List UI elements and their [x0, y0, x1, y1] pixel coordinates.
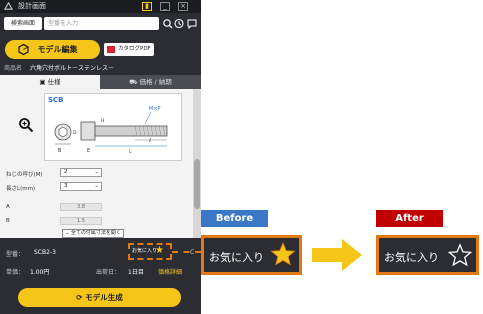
- spec-icon: ▣: [39, 78, 48, 86]
- price-row: 単価： 1.00円 出荷日： 1日目 価格詳細: [0, 264, 201, 278]
- search-input[interactable]: [44, 17, 159, 30]
- product-name-value: 六角穴付ボルト－ステンレス－: [29, 65, 114, 72]
- chevron-down-icon: ⌄: [94, 169, 99, 175]
- unit-price-value: 1.00円: [30, 269, 50, 276]
- type-label: 型番：: [6, 251, 25, 258]
- chevron-down-icon: ⌄: [94, 183, 99, 189]
- minimize-button[interactable]: _: [160, 2, 170, 11]
- product-name-label: 商品名: [4, 65, 23, 72]
- dim-label-d: D: [73, 130, 77, 136]
- before-favorite-panel: お気に入り: [201, 235, 302, 275]
- history-icon[interactable]: [173, 17, 185, 30]
- tab-price[interactable]: ⛟ 価格 / 納期: [100, 75, 201, 89]
- after-favorite-label: お気に入り: [384, 251, 439, 264]
- model-edit-label: モデル編集: [37, 45, 78, 54]
- close-button[interactable]: ×: [178, 2, 188, 11]
- ship-date-value: 1日目: [128, 269, 144, 276]
- tab-price-label: 価格 / 納期: [139, 78, 172, 86]
- type-value: SCB2-3: [34, 249, 56, 256]
- window-title: 設計画面: [18, 2, 46, 10]
- price-detail-link[interactable]: 価格詳細: [158, 267, 182, 276]
- dim-label-e: E: [87, 148, 90, 154]
- after-favorite-panel: お気に入り: [376, 235, 479, 275]
- dim-label-ell: ℓ: [148, 138, 151, 144]
- tab-spec-label: 仕様: [47, 78, 61, 86]
- product-name-row: 商品名 六角穴付ボルト－ステンレス－: [4, 63, 114, 72]
- generate-model-label: モデル生成: [85, 293, 123, 302]
- unit-price-label: 単価：: [6, 269, 25, 276]
- length-value: 3: [64, 183, 68, 189]
- show-all-dimensions-button[interactable]: ⌄ 全ての付属寸法を開く: [62, 229, 124, 238]
- part-drawing: SCB B M×P L ℓ E H D: [44, 93, 182, 161]
- chat-icon[interactable]: [186, 17, 198, 30]
- length-label: 長さL(mm): [6, 186, 36, 192]
- scrollbar-thumb[interactable]: [194, 159, 200, 209]
- catalog-pdf-label: カタログPDF: [118, 46, 151, 52]
- dim-label-b: B: [58, 148, 62, 154]
- dim-label-mxp: M×P: [149, 106, 161, 112]
- connector-line: [172, 251, 201, 253]
- length-select[interactable]: 3 ⌄: [60, 182, 102, 191]
- generate-model-button[interactable]: ⟳ モデル生成: [18, 288, 181, 307]
- thread-label: ねじの呼び(M): [6, 172, 43, 178]
- before-favorite-label: お気に入り: [209, 251, 264, 264]
- model-edit-button[interactable]: モデル編集: [5, 40, 100, 59]
- pdf-icon: [107, 46, 115, 53]
- star-filled-icon: [270, 241, 296, 266]
- dim-label-l: L: [129, 149, 132, 155]
- spec-panel: SCB B M×P L ℓ E H D ねじの呼び(M) 2 ⌄ 長さL(mm)…: [0, 89, 193, 238]
- app-window: 設計画面 ▮ _ × 検索画面 モデル編集 カタログPDF 商品名 六角穴付ボル…: [0, 0, 201, 314]
- search-row: 検索画面: [0, 14, 201, 34]
- arrow-right-icon: [312, 239, 362, 271]
- thread-select[interactable]: 2 ⌄: [60, 168, 102, 177]
- param-a-value: 3.8: [60, 203, 102, 211]
- app-logo-icon: [4, 2, 13, 10]
- search-mode-button[interactable]: 検索画面: [4, 17, 42, 30]
- show-all-label: 全ての付属寸法を開く: [70, 230, 121, 236]
- scrollbar[interactable]: [193, 89, 201, 238]
- highlight-box: [128, 243, 172, 260]
- title-bar: 設計画面 ▮ _ ×: [0, 0, 201, 13]
- bolt-drawing: B M×P L ℓ E H D: [54, 106, 168, 155]
- truck-icon: ⛟: [129, 78, 140, 86]
- model-edit-icon: [18, 43, 29, 56]
- before-tag: Before: [201, 210, 268, 227]
- param-b-label: B: [6, 218, 10, 224]
- param-b-value: 1.5: [60, 217, 102, 225]
- pin-icon[interactable]: ▮: [142, 2, 152, 11]
- zoom-icon[interactable]: [18, 117, 34, 133]
- ship-date-label: 出荷日：: [96, 269, 121, 276]
- catalog-pdf-button[interactable]: カタログPDF: [104, 43, 154, 56]
- after-tag: After: [376, 210, 443, 227]
- thread-value: 2: [64, 169, 68, 175]
- refresh-icon: ⟳: [76, 293, 86, 302]
- param-a-label: A: [6, 204, 10, 210]
- star-outline-icon: [448, 243, 472, 267]
- tab-bar: ▣ 仕様 ⛟ 価格 / 納期: [0, 75, 201, 89]
- dim-label-h: H: [101, 118, 104, 124]
- tab-spec[interactable]: ▣ 仕様: [0, 75, 100, 89]
